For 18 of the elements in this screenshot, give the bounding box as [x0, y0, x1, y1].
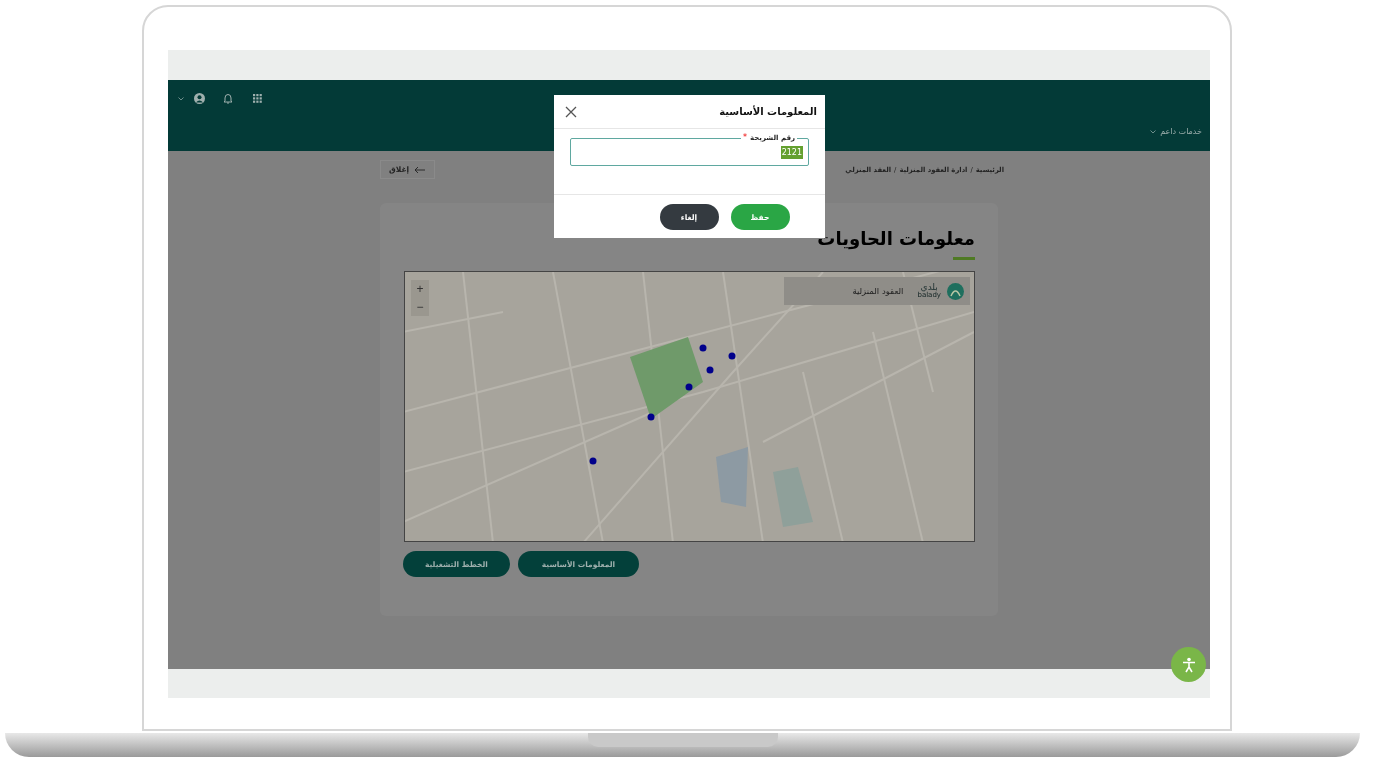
logo-text: بلدي: [920, 283, 938, 292]
services-menu[interactable]: خدمات داعم: [1150, 127, 1202, 136]
zoom-out-button[interactable]: −: [411, 298, 429, 316]
section-title: معلومات الحاويات: [816, 227, 975, 252]
modal-title: المعلومات الأساسية: [719, 106, 817, 117]
map-label: العقود المنزلية: [852, 286, 904, 296]
required-mark: *: [743, 133, 748, 143]
field-value: 2121: [780, 145, 803, 159]
apps-grid-icon[interactable]: [253, 94, 262, 103]
bell-icon[interactable]: [223, 93, 233, 104]
zoom-in-button[interactable]: +: [411, 280, 429, 298]
avatar-icon[interactable]: [194, 93, 205, 104]
accessibility-icon: [1181, 656, 1196, 673]
logo-icon: [947, 282, 964, 300]
caret-icon: [178, 96, 184, 101]
close-icon[interactable]: [564, 104, 578, 119]
arrow-icon: [414, 165, 427, 174]
caret-icon: [1150, 129, 1157, 134]
